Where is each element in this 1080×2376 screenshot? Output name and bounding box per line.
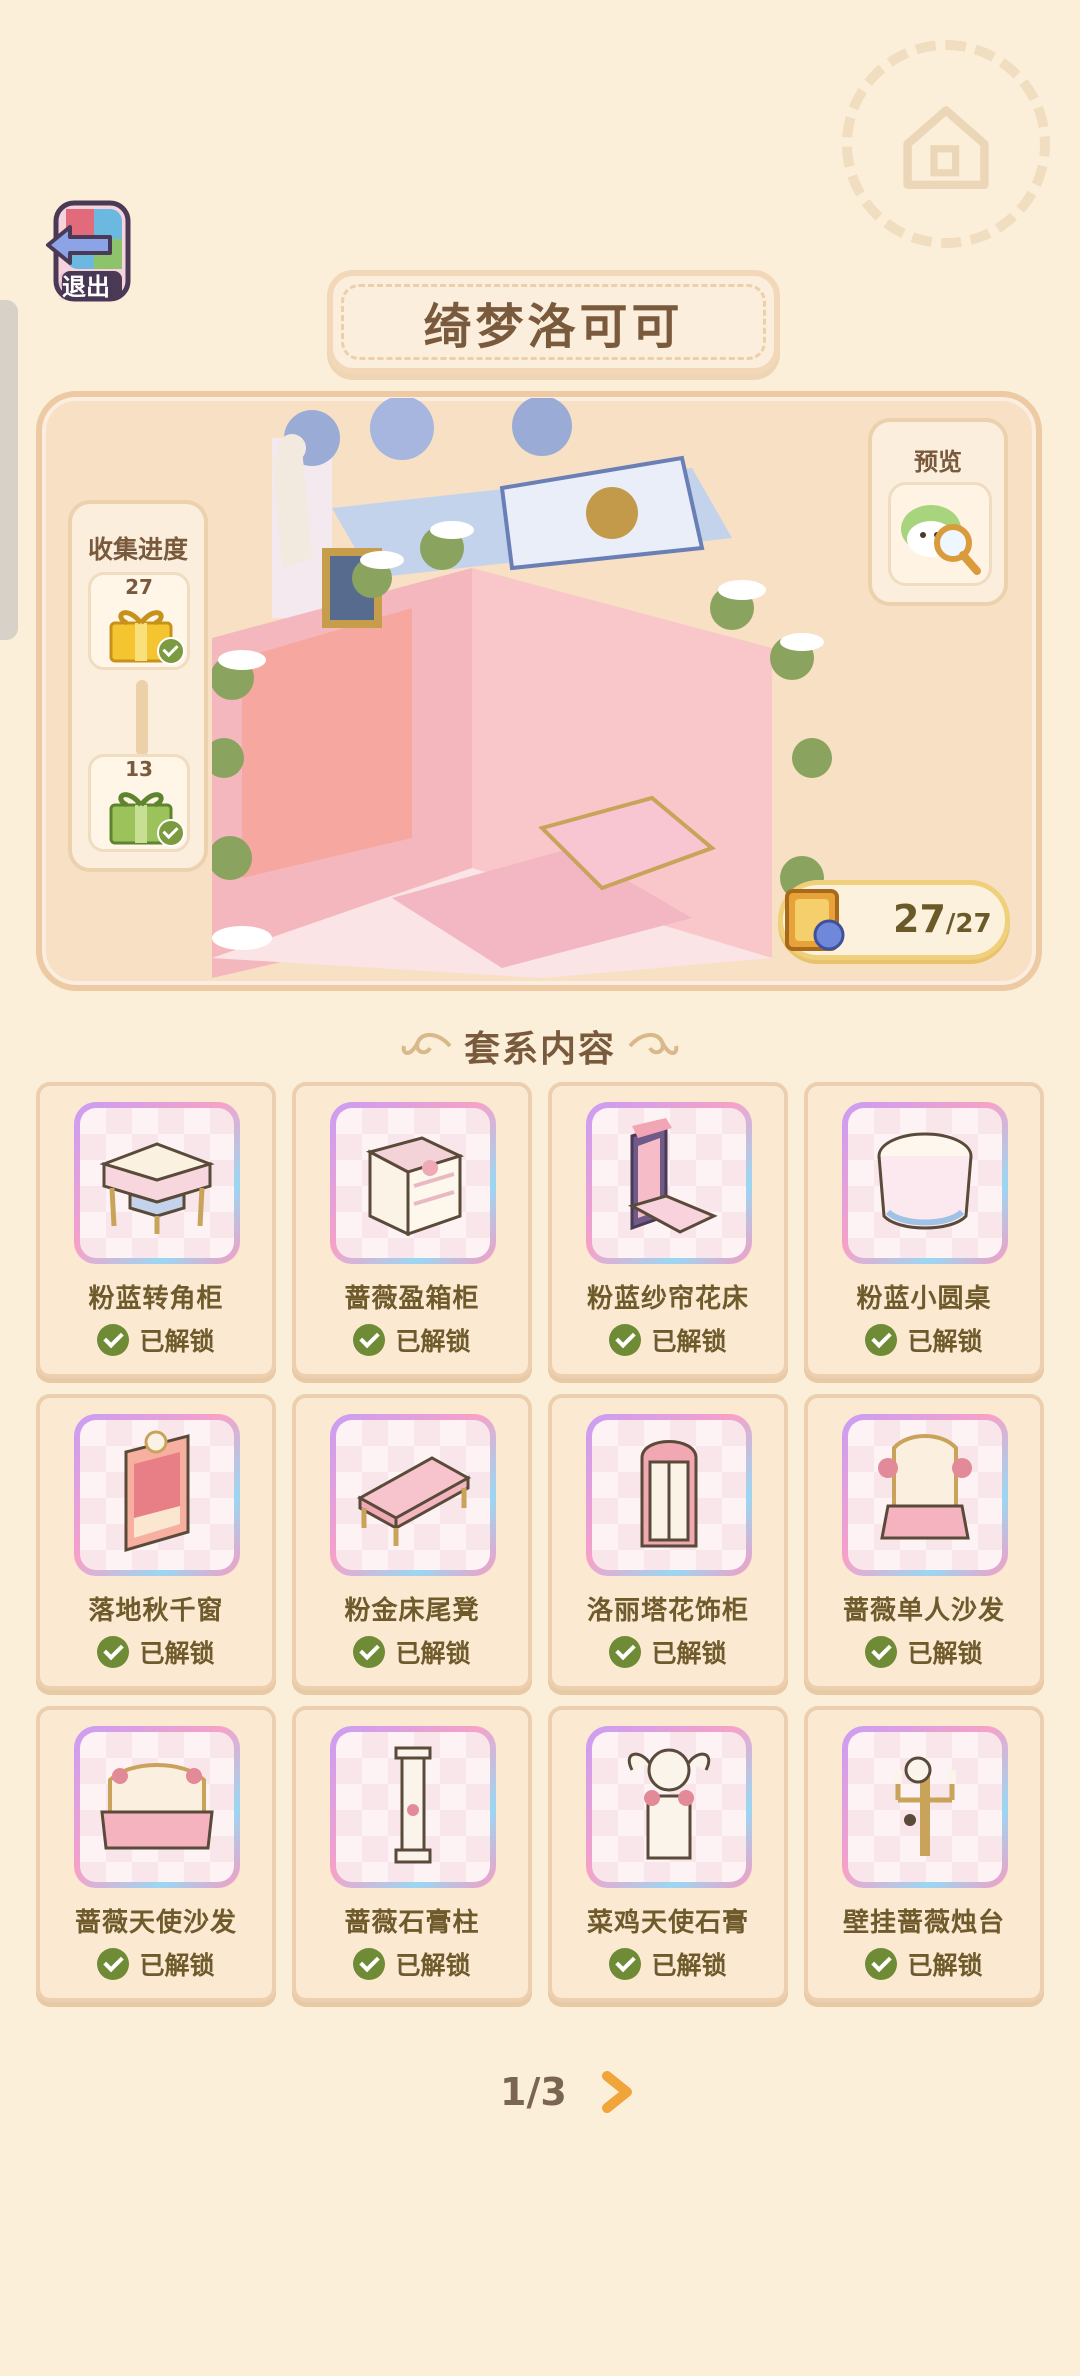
item-card[interactable]: 洛丽塔花饰柜 已解锁 <box>548 1394 788 1690</box>
unlock-status: 已解锁 <box>40 1634 272 1670</box>
collection-progress-panel: 收集进度 27 13 <box>68 500 208 872</box>
milestone-reward[interactable]: 27 <box>88 572 190 670</box>
magnifier-character-icon <box>888 482 992 586</box>
room-scene-illustration <box>204 396 872 978</box>
item-name: 落地秋千窗 <box>88 1596 224 1626</box>
unlock-status: 已解锁 <box>808 1946 1040 1982</box>
drawer-cabinet-icon <box>365 1136 465 1237</box>
round-table-icon <box>877 1132 973 1230</box>
bench-icon <box>356 1456 472 1546</box>
claimed-check-icon <box>157 819 185 847</box>
exit-label: 退出 <box>62 273 110 301</box>
unlock-status: 已解锁 <box>552 1946 784 1982</box>
unlocked-check-icon <box>865 1636 898 1668</box>
page-title: 绮梦洛可可 <box>423 299 684 355</box>
unlocked-check-icon <box>97 1636 130 1668</box>
milestone-reward[interactable]: 13 <box>88 754 190 852</box>
item-name: 蔷薇盈箱柜 <box>344 1284 480 1314</box>
unlocked-check-icon <box>353 1948 386 1980</box>
unlocked-check-icon <box>865 1324 898 1356</box>
item-card[interactable]: 粉蓝纱帘花床 已解锁 <box>548 1082 788 1378</box>
angel-statue-icon <box>627 1748 711 1860</box>
next-page-arrow-icon[interactable] <box>597 2070 637 2114</box>
unlock-status: 已解锁 <box>296 1322 528 1358</box>
item-name: 粉蓝小圆桌 <box>856 1284 992 1314</box>
set-title-banner: 绮梦洛可可 <box>327 270 780 374</box>
unlocked-check-icon <box>353 1324 386 1356</box>
window-icon <box>124 1430 190 1552</box>
item-card[interactable]: 落地秋千窗 已解锁 <box>36 1394 276 1690</box>
item-name: 蔷薇天使沙发 <box>74 1908 237 1938</box>
milestone-count: 13 <box>125 757 153 781</box>
candle-sconce-icon <box>894 1756 956 1856</box>
canopy-bed-icon <box>628 1118 718 1234</box>
collection-progress-title: 收集进度 <box>87 535 188 564</box>
set-contents-header: 套系内容 <box>0 1018 1080 1074</box>
unlocked-check-icon <box>865 1948 898 1980</box>
item-card[interactable]: 粉蓝小圆桌 已解锁 <box>804 1082 1044 1378</box>
pillar-icon <box>394 1746 432 1864</box>
unlocked-check-icon <box>609 1948 642 1980</box>
armchair-icon <box>878 1434 972 1540</box>
unlock-status: 已解锁 <box>296 1634 528 1670</box>
corner-cabinet-icon <box>99 1142 215 1234</box>
unlock-status: 已解锁 <box>808 1634 1040 1670</box>
wardrobe-icon <box>640 1440 698 1548</box>
left-ornament-icon <box>401 1033 452 1055</box>
exit-button[interactable]: 退出 <box>40 195 144 307</box>
unlocked-check-icon <box>97 1324 130 1356</box>
item-name: 菜鸡天使石膏 <box>586 1908 749 1938</box>
claimed-check-icon <box>157 637 185 665</box>
pagination: 1/3 <box>500 2062 637 2122</box>
item-card[interactable]: 粉蓝转角柜 已解锁 <box>36 1082 276 1378</box>
unlock-status: 已解锁 <box>40 1946 272 1982</box>
item-name: 壁挂蔷薇烛台 <box>842 1908 1005 1938</box>
page-indicator: 1/3 <box>500 2070 567 2114</box>
unlock-status: 已解锁 <box>40 1322 272 1358</box>
preview-label: 预览 <box>914 448 962 476</box>
unlock-status: 已解锁 <box>808 1322 1040 1358</box>
unlocked-check-icon <box>609 1636 642 1668</box>
item-name: 粉金床尾凳 <box>344 1596 480 1626</box>
set-progress-counter: 27/27 <box>778 880 1010 960</box>
item-card[interactable]: 菜鸡天使石膏 已解锁 <box>548 1706 788 2002</box>
item-card[interactable]: 蔷薇石膏柱 已解锁 <box>292 1706 532 2002</box>
unlock-status: 已解锁 <box>552 1634 784 1670</box>
item-name: 粉蓝纱帘花床 <box>586 1284 749 1314</box>
side-drawer-handle[interactable] <box>0 300 18 640</box>
collection-book-icon <box>785 889 845 951</box>
section-title: 套系内容 <box>463 1029 616 1070</box>
item-name: 洛丽塔花饰柜 <box>586 1596 749 1626</box>
sofa-icon <box>100 1763 214 1850</box>
item-name: 粉蓝转角柜 <box>88 1284 224 1314</box>
item-card[interactable]: 蔷薇单人沙发 已解锁 <box>804 1394 1044 1690</box>
unlocked-check-icon <box>609 1324 642 1356</box>
unlocked-check-icon <box>97 1948 130 1980</box>
progress-count: 27/27 <box>893 897 992 941</box>
unlock-status: 已解锁 <box>296 1946 528 1982</box>
preview-button[interactable]: 预览 <box>868 418 1008 606</box>
right-ornament-icon <box>628 1033 679 1055</box>
item-card[interactable]: 粉金床尾凳 已解锁 <box>292 1394 532 1690</box>
milestone-count: 27 <box>125 575 153 599</box>
item-card[interactable]: 蔷薇盈箱柜 已解锁 <box>292 1082 532 1378</box>
unlocked-check-icon <box>353 1636 386 1668</box>
item-card[interactable]: 壁挂蔷薇烛台 已解锁 <box>804 1706 1044 2002</box>
home-watermark-icon <box>842 40 1050 248</box>
item-name: 蔷薇石膏柱 <box>344 1908 480 1938</box>
item-name: 蔷薇单人沙发 <box>842 1596 1005 1626</box>
unlock-status: 已解锁 <box>552 1322 784 1358</box>
item-card[interactable]: 蔷薇天使沙发 已解锁 <box>36 1706 276 2002</box>
